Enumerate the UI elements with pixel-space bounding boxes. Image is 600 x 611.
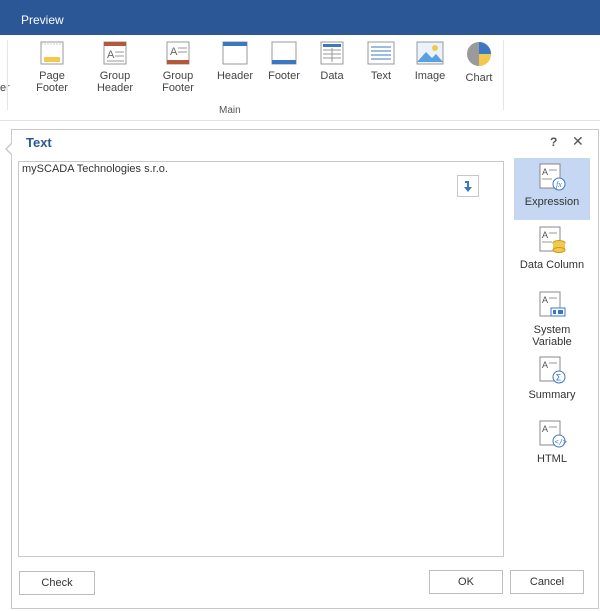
html-code-icon: A </> <box>539 420 568 448</box>
image-button[interactable]: Image <box>408 40 452 82</box>
expression-editor[interactable]: mySCADA Technologies s.r.o. <box>18 161 504 557</box>
ribbon-label: Group <box>99 70 131 82</box>
ribbon-label: Image <box>414 70 446 82</box>
system-variable-tool[interactable]: A System Variable <box>514 290 590 348</box>
ribbon-label: Footer <box>268 70 300 82</box>
ribbon-label: Footer <box>162 82 194 94</box>
data-column-tool[interactable]: A Data Column <box>514 225 590 271</box>
html-tool[interactable]: A </> HTML <box>514 419 590 465</box>
header-button[interactable]: Header <box>212 40 258 82</box>
summary-tool[interactable]: A Σ Summary <box>514 355 590 401</box>
dialog-title: Text <box>26 135 52 150</box>
svg-text:fx: fx <box>556 180 562 189</box>
data-column-icon: A <box>539 226 566 253</box>
group-footer-button[interactable]: A Group Footer <box>155 40 201 94</box>
group-header-button[interactable]: A Group Header <box>92 40 138 94</box>
text-dialog: Text ? ✕ mySCADA Technologies s.r.o. A f… <box>11 129 599 609</box>
svg-text:A: A <box>542 360 548 370</box>
text-icon <box>367 41 395 65</box>
text-button[interactable]: Text <box>359 40 403 82</box>
footer-button[interactable]: Footer <box>261 40 307 82</box>
svg-text:A: A <box>542 167 548 177</box>
group-header-icon: A <box>103 41 127 65</box>
side-label: Data Column <box>519 259 585 271</box>
cancel-button[interactable]: Cancel <box>510 570 584 594</box>
editor-text[interactable]: mySCADA Technologies s.r.o. <box>22 163 168 175</box>
side-label: Variable <box>532 336 572 348</box>
page-footer-icon <box>40 41 64 65</box>
ribbon-label: Chart <box>465 72 493 84</box>
ribbon-label: Group <box>162 70 194 82</box>
ok-button[interactable]: OK <box>429 570 503 594</box>
svg-text:A: A <box>542 295 548 305</box>
ribbon-label: Header <box>216 70 254 82</box>
svg-text:A: A <box>107 49 115 61</box>
check-button[interactable]: Check <box>19 571 95 595</box>
help-icon[interactable]: ? <box>550 135 557 149</box>
ribbon-label: Page <box>39 70 65 82</box>
svg-text:A: A <box>170 46 178 58</box>
system-variable-icon: A <box>539 291 566 317</box>
summary-sigma-icon: A Σ <box>539 356 566 384</box>
ribbon-label: Footer <box>36 82 68 94</box>
ribbon-group-label: Main <box>219 105 241 116</box>
svg-text:Σ: Σ <box>556 374 562 384</box>
data-button[interactable]: Data <box>310 40 354 82</box>
ribbon-label: Data <box>320 70 344 82</box>
pie-chart-icon <box>467 42 491 66</box>
ribbon-separator <box>7 40 8 110</box>
preview-tab[interactable]: Preview <box>21 13 64 27</box>
insert-expression-button[interactable] <box>457 175 479 197</box>
ribbon: er Page Footer A Group Header A Group Fo… <box>0 35 600 121</box>
side-label: System <box>533 324 571 336</box>
page-footer-button[interactable]: Page Footer <box>29 40 75 94</box>
ribbon-label: Text <box>370 70 392 82</box>
ribbon-separator <box>503 40 504 110</box>
side-label: HTML <box>537 453 567 465</box>
arrow-down-right-icon <box>464 181 472 192</box>
svg-text:</>: </> <box>555 438 568 446</box>
chart-button[interactable]: Chart <box>457 40 501 84</box>
svg-text:A: A <box>542 230 548 240</box>
side-label: Summary <box>528 389 576 401</box>
data-band-icon <box>320 41 344 65</box>
dialog-pointer-inner <box>7 143 13 155</box>
expression-tool[interactable]: A fx Expression <box>514 158 590 220</box>
ribbon-item-cut-label[interactable]: er <box>0 82 10 94</box>
image-icon <box>416 41 444 65</box>
expression-icon: A fx <box>539 163 566 191</box>
top-bar: Preview <box>0 0 600 35</box>
close-icon[interactable]: ✕ <box>572 133 584 150</box>
group-footer-icon: A <box>166 41 190 65</box>
header-icon <box>222 41 248 65</box>
footer-icon <box>271 41 297 65</box>
svg-text:A: A <box>542 424 548 434</box>
side-label: Expression <box>524 196 580 208</box>
ribbon-label: Header <box>96 82 134 94</box>
